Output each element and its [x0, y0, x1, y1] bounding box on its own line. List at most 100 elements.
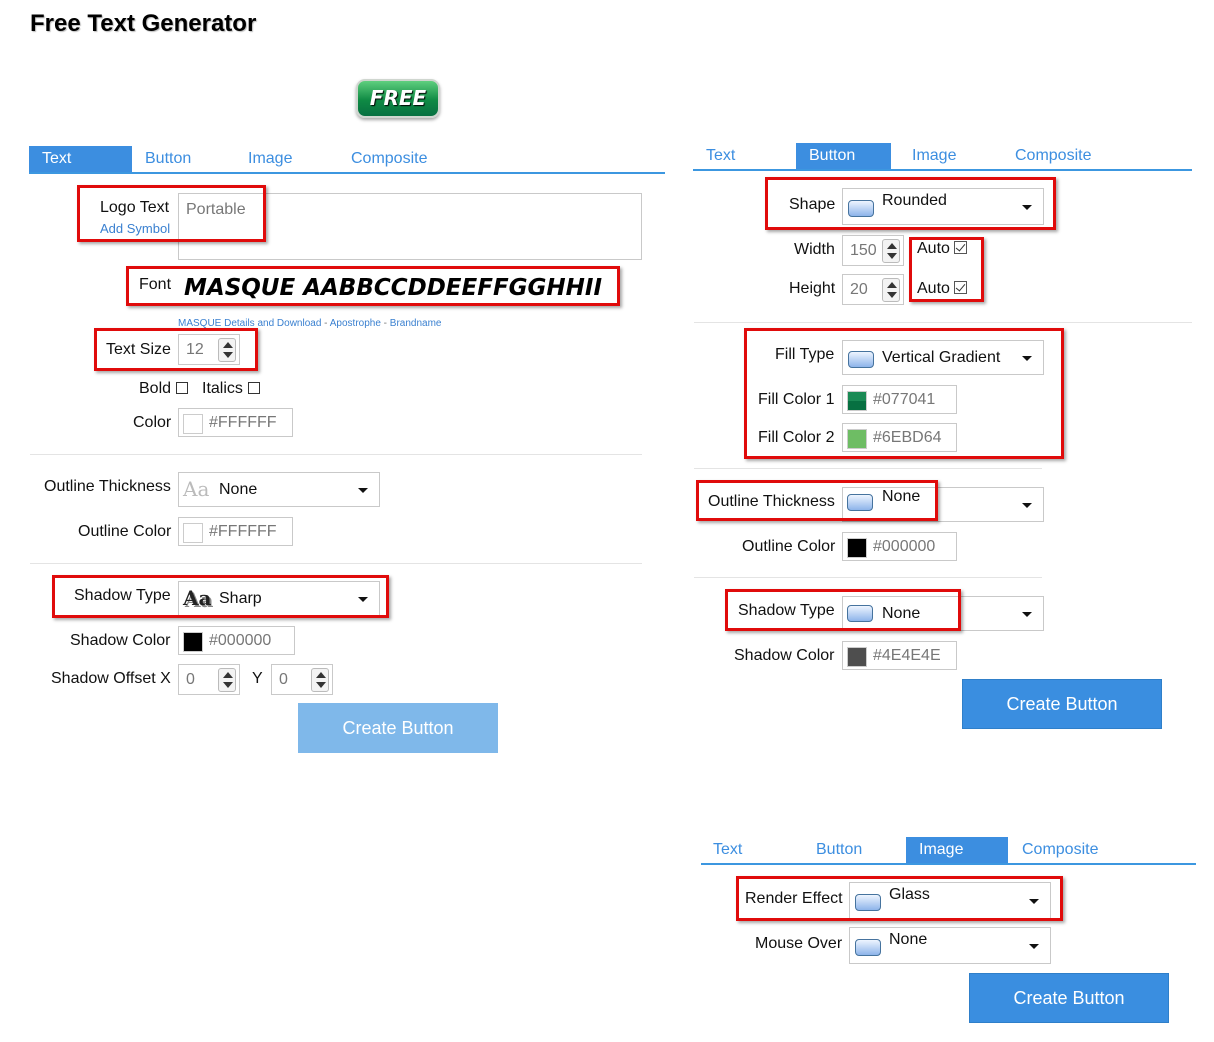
height-auto-checkbox[interactable] — [953, 281, 967, 294]
button-outline-color-picker[interactable]: #000000 — [842, 532, 957, 561]
tab-button[interactable]: Button — [796, 143, 891, 169]
button-outline-color-swatch[interactable] — [847, 538, 867, 558]
tab-button[interactable]: Button — [145, 146, 191, 172]
fill-color2-label: Fill Color 2 — [758, 429, 835, 446]
button-shadow-color-picker[interactable]: #4E4E4E — [842, 641, 957, 670]
outline-color-label: Outline Color — [78, 523, 172, 540]
divider — [694, 577, 1042, 578]
tab-bar-text-panel: Text Button Image Composite — [29, 146, 665, 174]
text-size-value: 12 — [186, 341, 204, 358]
tab-text[interactable]: Text — [29, 146, 132, 172]
tab-image[interactable]: Image — [248, 146, 292, 172]
shadow-color-value: #000000 — [209, 632, 272, 649]
divider — [694, 468, 1042, 469]
chevron-down-icon — [1022, 611, 1032, 617]
shadow-preview-icon — [847, 605, 873, 622]
chevron-down-icon — [1029, 943, 1039, 949]
text-size-label: Text Size — [106, 341, 171, 358]
font-link-separator-2: - — [380, 318, 390, 329]
fill-type-label: Fill Type — [775, 346, 835, 363]
tab-composite[interactable]: Composite — [351, 146, 427, 172]
spinner-arrows-icon[interactable] — [218, 338, 236, 362]
bold-checkbox[interactable] — [176, 382, 189, 394]
italics-checkbox[interactable] — [247, 382, 260, 394]
tab-composite[interactable]: Composite — [1022, 837, 1098, 863]
divider — [30, 454, 642, 455]
outline-thickness-select[interactable]: Aa None — [178, 472, 380, 507]
spinner-arrows-icon[interactable] — [882, 278, 900, 302]
button-shadow-color-value: #4E4E4E — [873, 647, 941, 664]
create-button-button-panel[interactable]: Create Button — [962, 679, 1162, 729]
font-brandname-link[interactable]: Brandname — [390, 318, 442, 329]
height-value: 20 — [850, 281, 868, 298]
shape-label: Shape — [789, 196, 836, 213]
button-outline-color-label: Outline Color — [742, 538, 836, 555]
tab-image[interactable]: Image — [912, 143, 956, 169]
tab-image[interactable]: Image — [906, 837, 1008, 863]
height-label: Height — [789, 280, 836, 297]
outline-color-picker[interactable]: #FFFFFF — [178, 517, 293, 546]
logo-text-label: Logo Text — [100, 199, 170, 216]
font-label: Font — [139, 276, 172, 293]
shadow-color-label: Shadow Color — [70, 632, 171, 649]
font-apostrophe-link[interactable]: Apostrophe — [330, 318, 381, 329]
width-label: Width — [794, 241, 835, 258]
shadow-color-swatch[interactable] — [183, 632, 203, 652]
outline-thickness-label: Outline Thickness — [44, 478, 171, 495]
render-effect-label: Render Effect — [745, 890, 843, 907]
spinner-arrows-icon[interactable] — [311, 668, 329, 692]
mouse-over-select[interactable]: None — [849, 927, 1051, 964]
width-auto-field: Auto — [917, 240, 967, 258]
tab-bar-button-panel: Text Button Image Composite — [693, 143, 1192, 171]
color-swatch[interactable] — [183, 414, 203, 434]
width-stepper[interactable]: 150 — [842, 235, 904, 266]
create-button-text-panel[interactable]: Create Button — [298, 703, 498, 753]
tab-composite[interactable]: Composite — [1015, 143, 1091, 169]
shadow-color-picker[interactable]: #000000 — [178, 626, 295, 655]
height-stepper[interactable]: 20 — [842, 274, 904, 305]
bold-label: Bold — [139, 380, 172, 397]
tab-text[interactable]: Text — [706, 143, 735, 169]
width-auto-label: Auto — [917, 240, 950, 257]
divider — [694, 322, 1192, 323]
outline-preview-icon — [847, 494, 873, 511]
spinner-arrows-icon[interactable] — [882, 239, 900, 263]
italics-label: Italics — [202, 380, 243, 397]
mouse-over-preview-icon — [855, 939, 881, 956]
text-size-stepper[interactable]: 12 — [178, 334, 240, 365]
mouse-over-label: Mouse Over — [755, 935, 843, 952]
button-shadow-color-label: Shadow Color — [734, 647, 835, 664]
height-auto-field: Auto — [917, 280, 967, 298]
add-symbol-link[interactable]: Add Symbol — [100, 221, 170, 236]
button-shadow-type-value: None — [882, 605, 921, 622]
tab-text[interactable]: Text — [713, 837, 742, 863]
chevron-down-icon — [1022, 502, 1032, 508]
button-shadow-type-label: Shadow Type — [738, 602, 835, 619]
color-picker[interactable]: #FFFFFF — [178, 408, 293, 437]
shadow-offset-x-value: 0 — [186, 671, 195, 688]
button-outline-thickness-value: None — [882, 488, 921, 505]
shadow-offset-y-stepper[interactable]: 0 — [271, 664, 333, 695]
fill-color1-label: Fill Color 1 — [758, 391, 835, 408]
mouse-over-value: None — [889, 931, 928, 948]
button-shadow-color-swatch[interactable] — [847, 647, 867, 667]
button-outline-color-value: #000000 — [873, 538, 936, 555]
shadow-offset-y-label: Y — [252, 670, 263, 687]
color-value: #FFFFFF — [209, 414, 277, 431]
shadow-offset-x-stepper[interactable]: 0 — [178, 664, 240, 695]
tab-button[interactable]: Button — [816, 837, 862, 863]
color-label: Color — [133, 414, 172, 431]
width-value: 150 — [850, 242, 877, 259]
shadow-offset-y-value: 0 — [279, 671, 288, 688]
preview-button-image: FREE — [356, 79, 440, 118]
create-button-image-panel[interactable]: Create Button — [969, 973, 1169, 1023]
page-title: Free Text Generator — [30, 10, 257, 37]
font-link-separator: - — [321, 318, 330, 329]
spinner-arrows-icon[interactable] — [218, 668, 236, 692]
shadow-type-label: Shadow Type — [74, 587, 171, 604]
width-auto-checkbox[interactable] — [953, 241, 967, 254]
shadow-offset-x-label: Shadow Offset X — [51, 670, 171, 687]
outline-color-swatch[interactable] — [183, 523, 203, 543]
font-preview[interactable]: MASQUE AABBCCDDEEFFGGHHII — [184, 275, 602, 301]
bold-field: Bold — [139, 380, 189, 398]
